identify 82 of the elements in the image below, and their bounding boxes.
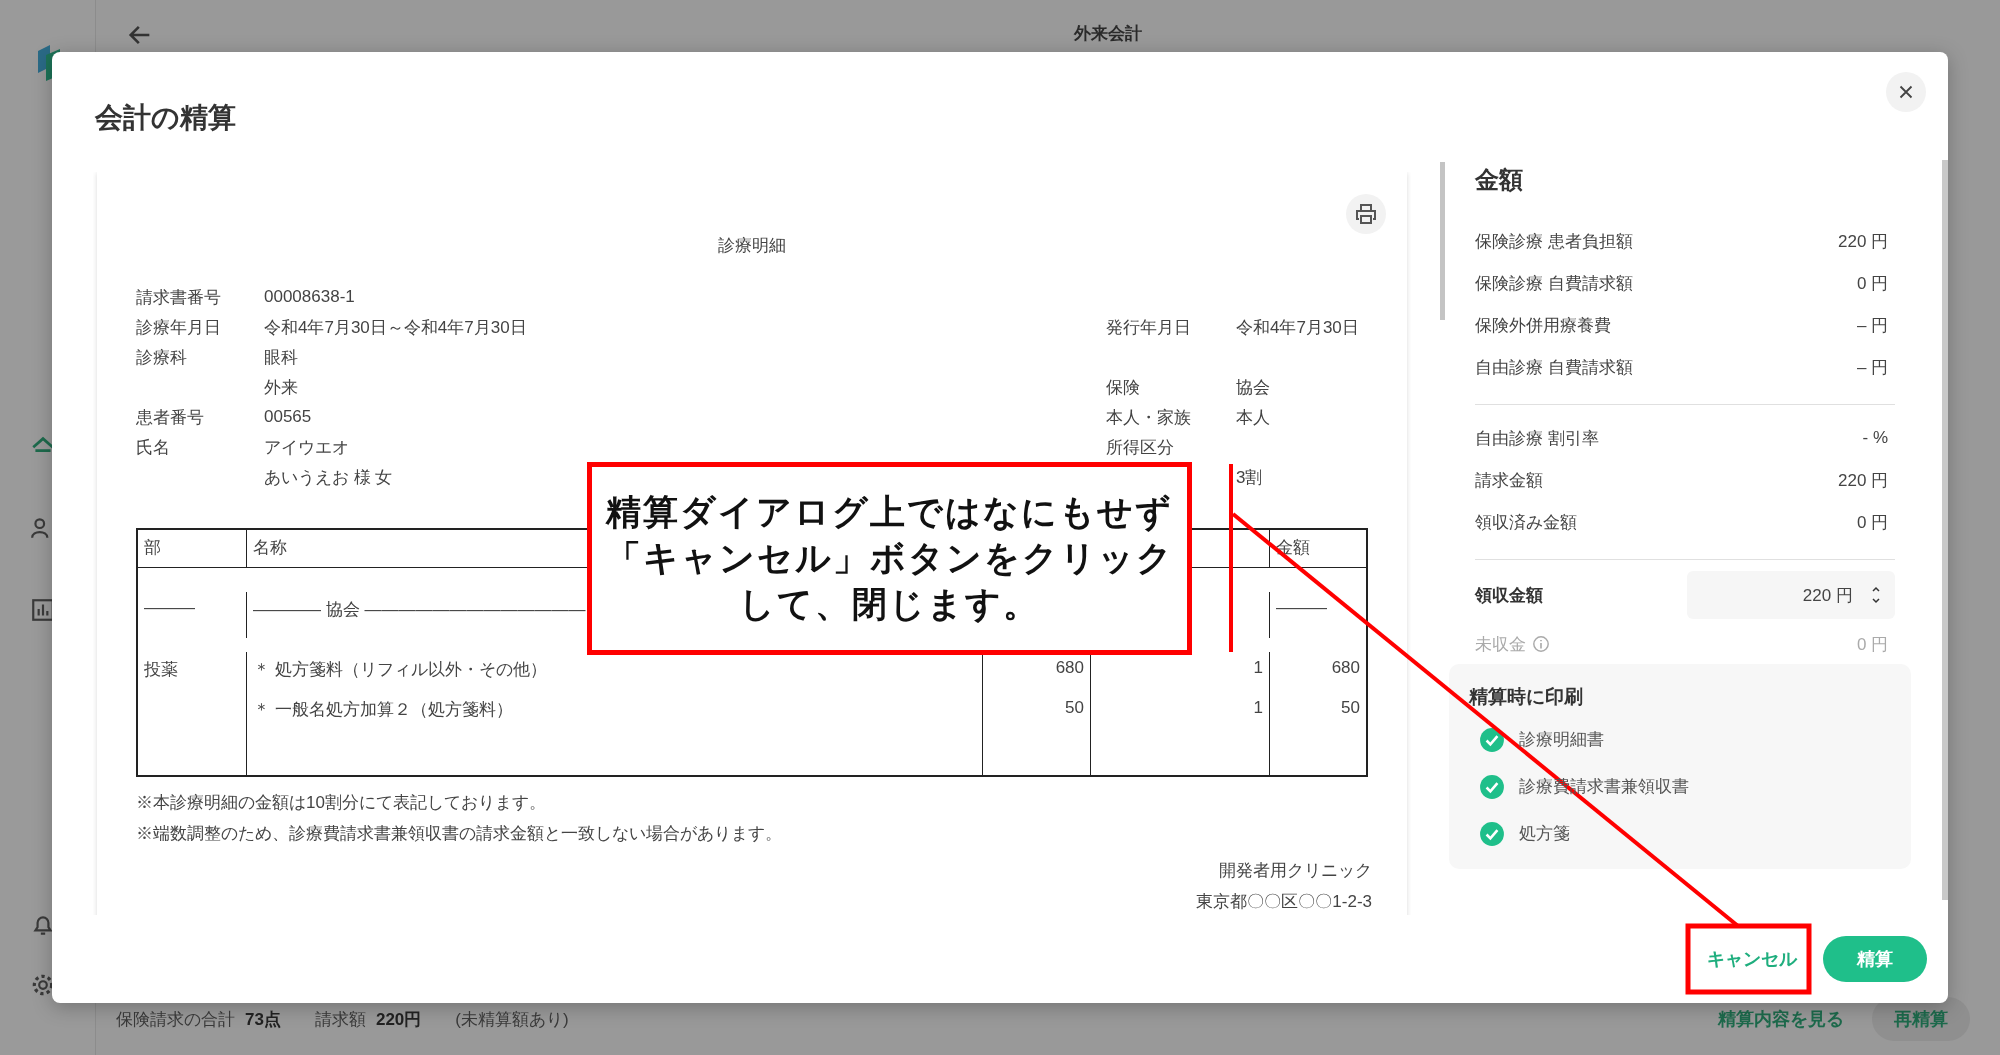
amount-label: 請求金額 [1474,469,1543,492]
amount-value: 0 円 [1856,272,1889,295]
page-title: 外来会計 [1074,23,1142,45]
summary-value: 220円 [375,1008,422,1031]
amount-label: 領収金額 [1474,584,1543,607]
amount-label: 未収金 [1474,633,1526,656]
close-button[interactable] [1886,72,1926,112]
amount-value: 0 円 [1856,633,1889,656]
clinic-text: 東京都〇〇区〇〇1-2-3 [1196,892,1372,911]
field-label: 診療年月日 [136,317,221,337]
field-value: あいうえお 様 女 [264,467,393,487]
table-cell: 50 [1065,698,1084,717]
amount-value: 220 円 [1837,469,1889,492]
field-label: 所得区分 [1106,437,1174,457]
scrollbar-thumb[interactable] [1942,160,1948,900]
field-label: 診療科 [136,347,187,367]
statement-title: 診療明細 [718,236,786,255]
print-option-label: 診療明細書 [1518,729,1604,751]
field-value: 協会 [1236,377,1270,397]
view-details-link[interactable]: 精算内容を見る [1718,1007,1844,1031]
print-options-title: 精算時に印刷 [1468,685,1584,709]
resettle-button[interactable]: 再精算 [1872,997,1970,1041]
note-text: ※端数調整のため、診療費請求書兼領収書の請求金額と一致しない場合があります。 [136,823,783,845]
amount-value: 0 円 [1856,511,1889,534]
amount-label: 保険外併用療養費 [1474,314,1611,337]
spinner-icon[interactable] [1870,585,1881,605]
field-label: 保険 [1106,377,1140,397]
column-header: 部 [144,538,161,557]
note-text: ※本診療明細の金額は10割分にて表記しております。 [136,792,547,814]
field-value: アイウエオ [264,437,349,457]
field-value: 00565 [264,407,312,426]
print-option-label: 処方箋 [1518,823,1570,845]
field-label: 氏名 [136,437,170,457]
field-value: 本人 [1236,407,1270,427]
amount-label: 領収済み金額 [1474,511,1577,534]
cancel-button[interactable]: キャンセル [1703,937,1801,981]
amount-label: 自由診療 割引率 [1474,427,1599,450]
amount-value: – 円 [1856,356,1889,379]
amount-input[interactable]: 220 円 [1686,571,1895,619]
table-cell: 50 [1341,698,1360,717]
summary-label: 保険請求の合計 [116,1008,235,1031]
printer-icon [1354,202,1378,226]
amount-value: 220 円 [1837,230,1889,253]
field-value: 令和4年7月30日 [1236,317,1359,337]
summary-value: 73点 [245,1008,281,1031]
amount-label: 保険診療 患者負担額 [1474,230,1633,253]
table-cell: 680 [1331,658,1360,677]
amount-value: – 円 [1856,314,1889,337]
table-cell: ＊ 処方箋料（リフィル以外・その他） [253,660,547,679]
print-button[interactable] [1346,194,1386,234]
field-value: 3割 [1236,467,1263,487]
amount-label: 自由診療 自費請求額 [1474,356,1633,379]
section-title: 金額 [1474,165,1524,195]
summary-label: 請求額 [314,1008,366,1031]
field-label: 本人・家族 [1106,407,1191,427]
table-cell: ――― [1276,598,1327,617]
field-label: 発行年月日 [1106,317,1191,337]
table-cell: 1 [1253,698,1263,717]
clinic-text: 開発者用クリニック [1219,861,1372,880]
checkbox[interactable] [1478,773,1505,800]
table-cell: 1 [1253,658,1263,677]
table-cell: ―――― 協会 ――――――――――――― [253,600,586,619]
checkbox[interactable] [1478,820,1505,847]
table-cell: ――― [144,598,195,617]
callout-box: 精算ダイアログ上ではなにもせず 「キャンセル」ボタンをクリック して、閉じます。 [587,462,1192,655]
checkbox[interactable] [1478,726,1505,753]
field-value: 00008638-1 [264,287,355,306]
table-cell: 680 [1055,658,1084,677]
column-header: 名称 [253,538,287,557]
field-label: 請求書番号 [136,287,221,307]
amount-value: - % [1862,428,1889,448]
table-cell: ＊ 一般名処方加算２（処方箋料） [253,700,513,719]
dialog-title: 会計の精算 [95,101,236,135]
summary-label: (未精算額あり) [455,1008,569,1031]
scrollbar-thumb[interactable] [1440,162,1445,320]
field-label: 患者番号 [136,407,204,427]
field-value: 眼科 [264,347,298,367]
table-cell: 投薬 [144,660,178,679]
settle-button[interactable]: 精算 [1823,936,1927,982]
amount-label: 保険診療 自費請求額 [1474,272,1633,295]
field-value: 令和4年7月30日～令和4年7月30日 [264,317,527,337]
field-value: 外来 [264,377,298,397]
